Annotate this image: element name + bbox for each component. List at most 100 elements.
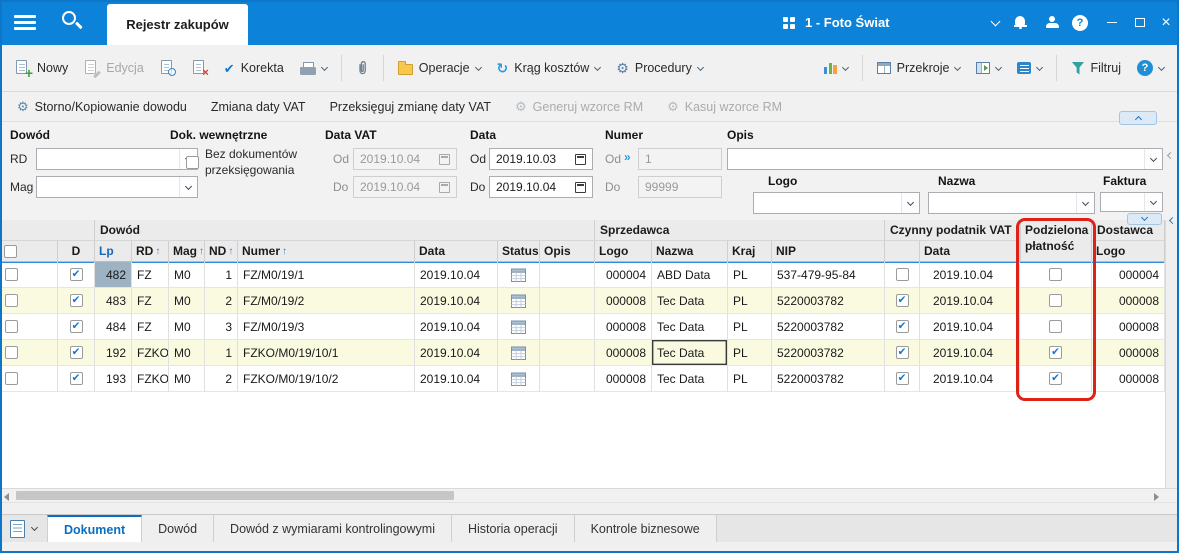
header-numer[interactable]: Numer ↑ [238, 241, 415, 262]
data-do-field[interactable]: 2019.10.04 [489, 176, 593, 198]
przeksieguj-button[interactable]: Przeksięguj zmianę daty VAT [321, 97, 500, 117]
header-mag[interactable]: Mag ↑ [169, 241, 205, 262]
czynny-podatnik-checkbox[interactable] [895, 346, 909, 359]
nowy-button[interactable]: + Nowy [8, 55, 75, 81]
zmiana-daty-vat-button[interactable]: Zmiana daty VAT [202, 97, 315, 117]
chevron-down-icon[interactable] [954, 63, 962, 71]
logo-filter-combobox[interactable] [753, 192, 920, 214]
combo-dropdown-button[interactable] [1144, 149, 1162, 169]
filtruj-button[interactable]: Filtruj [1064, 56, 1128, 80]
view-panel-button[interactable] [969, 57, 1008, 79]
analysis-button[interactable] [817, 57, 855, 79]
row-select-checkbox[interactable] [5, 372, 18, 385]
header-data[interactable]: Data [415, 241, 498, 262]
podzielona-platnosc-checkbox[interactable] [1049, 372, 1062, 385]
group-dowod[interactable]: Dowód [95, 220, 595, 241]
calendar-icon[interactable] [575, 181, 586, 193]
data-od-field[interactable]: 2019.10.03 [489, 148, 593, 170]
procedury-button[interactable]: ⚙ Procedury [609, 56, 710, 80]
notifications-bell-icon[interactable] [1008, 0, 1032, 45]
chevron-down-icon[interactable] [30, 523, 39, 532]
header-rd[interactable]: RD ↑ [132, 241, 169, 262]
view-selector[interactable] [0, 515, 47, 542]
expand-filter-button[interactable] [1127, 213, 1162, 225]
chevron-down-icon[interactable] [995, 63, 1003, 71]
faktura-filter-combobox[interactable] [1100, 192, 1163, 212]
header-nip[interactable]: NIP [772, 241, 885, 262]
horizontal-scrollbar[interactable] [0, 488, 1179, 502]
delete-button[interactable]: × [185, 55, 215, 81]
search-icon[interactable] [62, 11, 86, 35]
bez-dokumentow-checkbox[interactable] [186, 156, 199, 169]
header-d[interactable]: D [58, 241, 95, 262]
header-opis[interactable]: Opis [540, 241, 595, 262]
header-lp[interactable]: Lp [95, 241, 132, 262]
tab-kontrole-biznesowe[interactable]: Kontrole biznesowe [574, 515, 717, 542]
nazwa-filter-combobox[interactable] [928, 192, 1095, 214]
tab-rejestr-zakupow[interactable]: Rejestr zakupów [107, 4, 248, 45]
table-row[interactable]: 192FZKOM01FZKO/M0/19/10/12019.10.0400000… [0, 340, 1165, 366]
combo-dropdown-button[interactable] [1144, 193, 1162, 211]
chevron-down-icon[interactable] [474, 63, 482, 71]
combo-dropdown-button[interactable] [1076, 193, 1094, 213]
combo-dropdown-button[interactable] [901, 193, 919, 213]
calendar-icon[interactable] [575, 153, 586, 165]
company-selector[interactable]: 1 - Foto Świat [783, 0, 890, 45]
collapse-panel-button[interactable] [1119, 111, 1157, 125]
tab-dowod[interactable]: Dowód [142, 515, 215, 542]
table-row[interactable]: 483FZM02FZ/M0/19/22019.10.04000008Tec Da… [0, 288, 1165, 314]
podzielona-platnosc-checkbox[interactable] [1049, 294, 1062, 307]
operacje-button[interactable]: Operacje [391, 56, 488, 80]
d-checkbox[interactable] [69, 320, 83, 333]
group-czynny-podatnik-vat[interactable]: Czynny podatnik VAT [885, 220, 1020, 241]
user-icon[interactable] [1040, 0, 1064, 45]
header-czynny-data[interactable]: Data [920, 241, 1020, 262]
maximize-button[interactable] [1128, 0, 1152, 45]
minimize-button[interactable] [1100, 0, 1124, 45]
company-chevron-down-icon[interactable] [983, 0, 1007, 45]
chevron-down-icon[interactable] [696, 63, 704, 71]
preview-button[interactable] [153, 55, 183, 81]
help-button[interactable]: ? [1130, 55, 1171, 81]
group-sprzedawca[interactable]: Sprzedawca [595, 220, 885, 241]
table-row[interactable]: 193FZKOM02FZKO/M0/19/10/22019.10.0400000… [0, 366, 1165, 392]
chevron-down-icon[interactable] [320, 63, 328, 71]
print-button[interactable] [293, 57, 334, 80]
header-sprzedawca-logo[interactable]: Logo [595, 241, 652, 262]
header-podzielona-platnosc[interactable]: Podzielona płatność [1020, 220, 1092, 262]
attachments-button[interactable] [349, 55, 376, 81]
scroll-right-arrow[interactable] [1154, 492, 1159, 501]
podzielona-platnosc-checkbox[interactable] [1049, 320, 1062, 333]
tab-dowod-z-wymiarami-kontrolingowymi[interactable]: Dowód z wymiarami kontrolingowymi [214, 515, 452, 542]
korekta-button[interactable]: ✔ Korekta [217, 56, 291, 80]
filter-scroll-left-icon[interactable] [1166, 151, 1175, 160]
header-nd[interactable]: ND ↑ [205, 241, 238, 262]
tab-dokument[interactable]: Dokument [47, 515, 143, 542]
hamburger-menu-icon[interactable] [14, 15, 36, 30]
row-select-checkbox[interactable] [5, 294, 18, 307]
tab-historia-operacji[interactable]: Historia operacji [451, 515, 575, 542]
chevron-down-icon[interactable] [1036, 63, 1044, 71]
bez-dokumentow-label[interactable]: Bez dokumentów przeksięgowania [205, 146, 333, 178]
chevron-down-icon[interactable] [841, 63, 849, 71]
rd-filter-combobox[interactable] [36, 148, 198, 170]
czynny-podatnik-checkbox[interactable] [895, 268, 909, 281]
close-button[interactable]: × [1154, 0, 1178, 45]
krag-kosztow-button[interactable]: ↻ Krąg kosztów [490, 56, 608, 80]
row-select-checkbox[interactable] [5, 346, 18, 359]
d-checkbox[interactable] [69, 346, 83, 359]
combo-dropdown-button[interactable] [179, 177, 197, 197]
header-nazwa[interactable]: Nazwa [652, 241, 728, 262]
przekroje-button[interactable]: Przekroje [870, 56, 968, 80]
help-icon[interactable]: ? [1068, 0, 1092, 45]
table-row[interactable]: 484FZM03FZ/M0/19/32019.10.04000008Tec Da… [0, 314, 1165, 340]
scrollbar-thumb[interactable] [16, 491, 454, 500]
chevron-down-icon[interactable] [594, 63, 602, 71]
podzielona-platnosc-checkbox[interactable] [1049, 268, 1062, 281]
header-kraj[interactable]: Kraj [728, 241, 772, 262]
table-row[interactable]: 482FZM01FZ/M0/19/12019.10.04000004ABD Da… [0, 262, 1165, 288]
storno-kopiowanie-button[interactable]: ⚙ Storno/Kopiowanie dowodu [8, 97, 196, 117]
d-checkbox[interactable] [69, 372, 83, 385]
chevron-down-icon[interactable] [1157, 63, 1166, 71]
czynny-podatnik-checkbox[interactable] [895, 372, 909, 385]
